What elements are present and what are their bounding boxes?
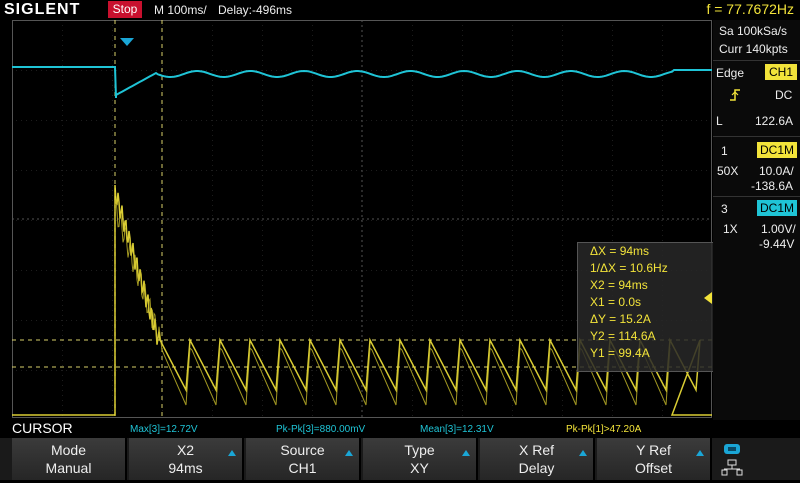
- softkey-type[interactable]: Type XY: [363, 438, 478, 480]
- cursor-mode-label: CURSOR: [12, 420, 73, 436]
- trigger-coupling: DC: [775, 88, 793, 102]
- ch3-label[interactable]: 3: [721, 202, 728, 216]
- brand-logo: SIGLENT: [4, 1, 81, 18]
- trigger-edge-rising-icon: [729, 88, 741, 101]
- trigger-position-marker[interactable]: [120, 38, 134, 46]
- ch1-offset[interactable]: -138.6A: [751, 179, 793, 193]
- timebase-readout[interactable]: M 100ms/: [154, 3, 207, 17]
- measurement-mean: Mean[3]=12.31V: [420, 424, 494, 435]
- right-info-panel: Sa 100kSa/s Curr 140kpts Edge CH1 DC L 1…: [713, 20, 800, 420]
- adjust-knob-icon: [345, 450, 353, 456]
- ch1-coupling-badge[interactable]: DC1M: [757, 142, 797, 158]
- top-status-bar: SIGLENT Stop M 100ms/ Delay:-496ms f = 7…: [0, 0, 800, 20]
- measurement-max: Max[3]=12.72V: [130, 424, 198, 435]
- adjust-knob-icon: [462, 450, 470, 456]
- network-icon[interactable]: [721, 459, 743, 476]
- frequency-readout: f = 77.7672Hz: [706, 1, 794, 17]
- measurement-pkpk-ch3: Pk-Pk[3]=880.00mV: [276, 424, 366, 435]
- adjust-knob-icon: [696, 450, 704, 456]
- softkey-x-ref[interactable]: X Ref Delay: [480, 438, 595, 480]
- cursor-delta-x: ΔX = 94ms: [590, 244, 650, 258]
- usb-icon[interactable]: [724, 444, 740, 454]
- softkey-y-ref[interactable]: Y Ref Offset: [597, 438, 712, 480]
- ch3-scale[interactable]: 1.00V/: [761, 222, 796, 236]
- ch3-coupling-badge[interactable]: DC1M: [757, 200, 797, 216]
- delay-readout[interactable]: Delay:-496ms: [218, 3, 292, 17]
- system-icons: [720, 440, 798, 478]
- trigger-level-marker[interactable]: [704, 292, 712, 304]
- cursor-y1: Y1 = 99.4A: [590, 346, 650, 360]
- memory-depth: Curr 140kpts: [719, 42, 788, 56]
- ch3-probe: 1X: [723, 222, 738, 236]
- ch1-label[interactable]: 1: [721, 144, 728, 158]
- ch3-offset[interactable]: -9.44V: [759, 237, 794, 251]
- run-stop-badge[interactable]: Stop: [108, 1, 142, 18]
- cursor-delta-y: ΔY = 15.2A: [590, 312, 651, 326]
- trigger-type[interactable]: Edge: [716, 66, 744, 80]
- cursor-readout-box: ΔX = 94ms 1/ΔX = 10.6Hz X2 = 94ms X1 = 0…: [577, 242, 725, 372]
- cursor-x1: X1 = 0.0s: [590, 295, 642, 309]
- cursor-y2: Y2 = 114.6A: [590, 329, 656, 343]
- softkey-x2[interactable]: X2 94ms: [129, 438, 244, 480]
- trigger-source-badge[interactable]: CH1: [765, 64, 797, 80]
- cursor-x2: X2 = 94ms: [590, 278, 648, 292]
- measurement-pkpk-ch1: Pk-Pk[1]>47.20A: [566, 424, 642, 435]
- softkey-mode[interactable]: Mode Manual: [12, 438, 127, 480]
- trigger-level[interactable]: 122.6A: [755, 114, 793, 128]
- cursor-inv-delta-x: 1/ΔX = 10.6Hz: [590, 261, 668, 275]
- adjust-knob-icon: [228, 450, 236, 456]
- measurement-bar: [0, 420, 800, 438]
- ch1-scale[interactable]: 10.0A/: [759, 164, 794, 178]
- adjust-knob-icon: [579, 450, 587, 456]
- ch1-probe: 50X: [717, 164, 739, 178]
- softkey-source[interactable]: Source CH1: [246, 438, 361, 480]
- waveform-display[interactable]: 3 ΔX = 94ms 1/ΔX = 10.6Hz X2 = 94ms X1 =…: [12, 20, 725, 440]
- sample-rate: Sa 100kSa/s: [719, 24, 788, 38]
- trigger-level-label: L: [716, 114, 723, 128]
